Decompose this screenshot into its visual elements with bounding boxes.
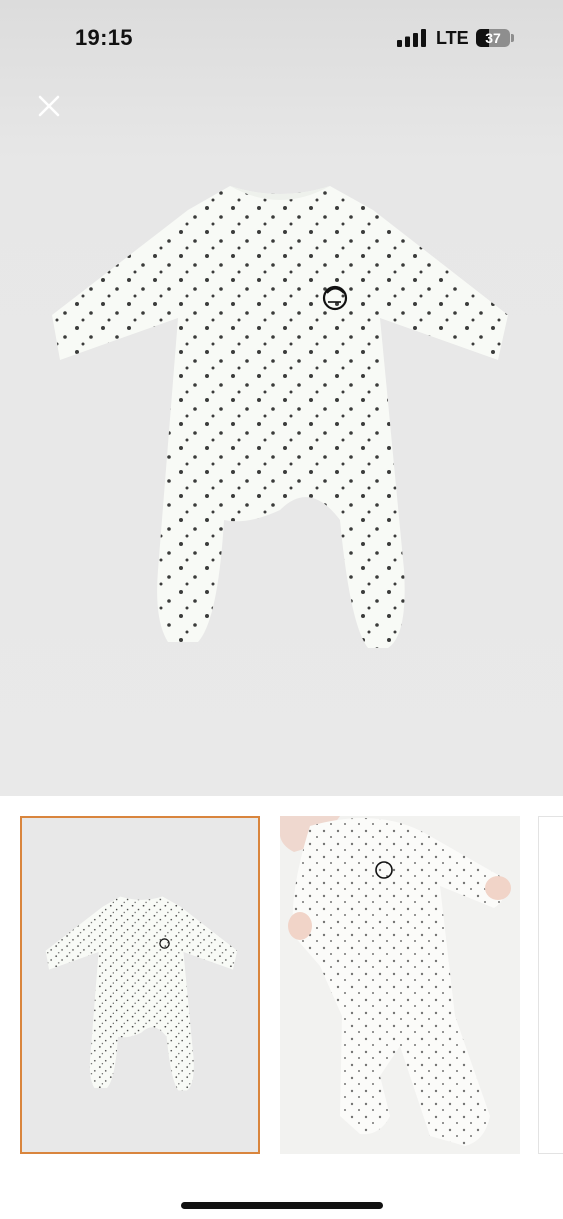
close-icon[interactable] [33,90,65,122]
thumbnail-product-3[interactable] [538,816,563,1154]
battery-icon: 37 [476,29,510,47]
product-photo-main [52,186,508,648]
status-time: 19:15 [75,25,133,50]
product-image-viewer: 19:15 LTE 37 [0,0,563,796]
thumbnail-strip [0,816,563,1156]
product-photo-worn [280,816,520,1154]
thumbnail-product-worn[interactable] [280,816,520,1154]
battery-percentage: 37 [485,30,501,46]
network-type: LTE [436,28,469,48]
status-bar: 19:15 LTE 37 [0,0,563,80]
cellular-signal-icon [397,29,426,47]
battery-terminal [511,34,514,42]
product-photo-flat [45,896,238,1091]
home-indicator[interactable] [181,1202,383,1209]
thumbnail-product-flat[interactable] [20,816,260,1154]
